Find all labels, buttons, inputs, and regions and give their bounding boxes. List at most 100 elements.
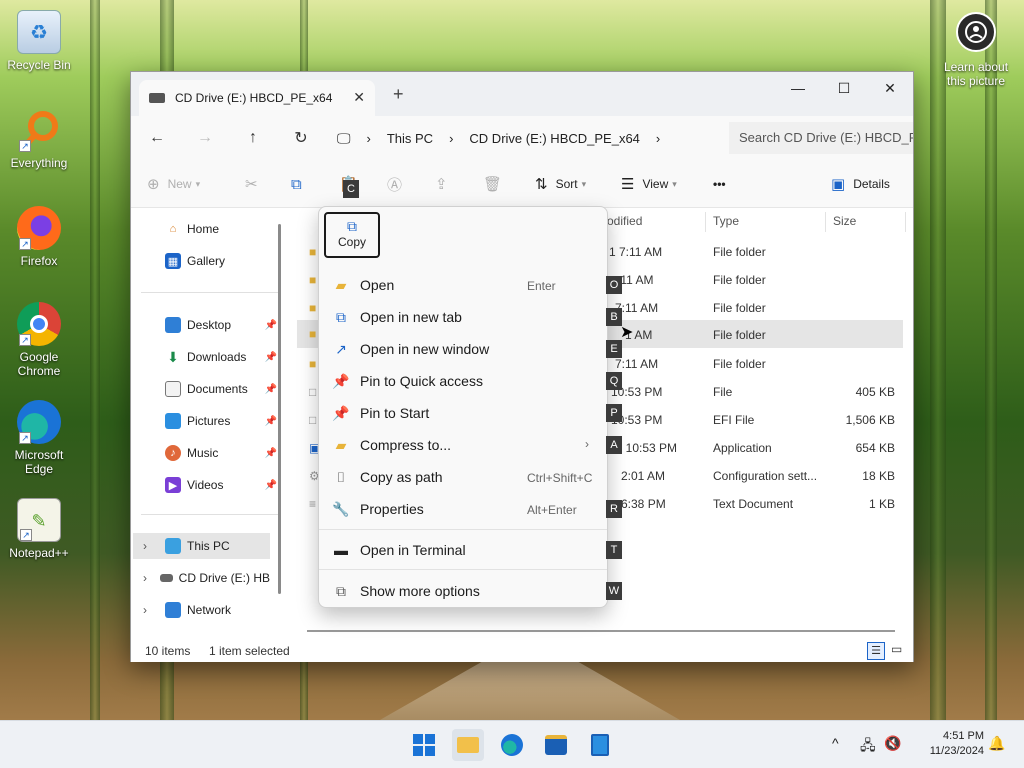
menu-item-pin-quick-access[interactable]: 📌 Pin to Quick access Q bbox=[319, 366, 622, 396]
context-copy-button[interactable]: ⧉ Copy bbox=[324, 212, 380, 258]
new-tab-icon: ⧉ bbox=[336, 308, 346, 325]
title-bar: CD Drive (E:) HBCD_PE_x64 ✕ + — ☐ ✕ bbox=[131, 72, 913, 116]
notepad-icon bbox=[591, 734, 609, 756]
close-button[interactable]: ✕ bbox=[867, 72, 913, 104]
desktop-icon-notepadpp[interactable]: ✎ ↗ Notepad++ bbox=[3, 498, 75, 560]
delete-button[interactable]: 🗑 bbox=[483, 174, 510, 194]
home-icon: ⌂ bbox=[169, 223, 177, 235]
nav-item-desktop[interactable]: Desktop 📌 bbox=[131, 312, 281, 338]
desktop-icon-label: Notepad++ bbox=[9, 546, 69, 560]
search-input[interactable]: Search CD Drive (E:) HBCD_PE_x64 bbox=[729, 122, 913, 154]
nav-divider bbox=[141, 292, 281, 293]
cut-button[interactable]: ✂ bbox=[245, 174, 266, 194]
details-view-icon[interactable]: ☰ bbox=[867, 642, 885, 660]
desktop-icon-chrome[interactable]: ↗ Google Chrome bbox=[3, 302, 75, 378]
breadcrumb-cd-drive[interactable]: CD Drive (E:) HBCD_PE_x64 bbox=[469, 131, 640, 146]
keytip: Q bbox=[606, 372, 622, 390]
share-button[interactable]: ⇪ bbox=[435, 174, 456, 194]
network-status-icon[interactable]: 🖧 bbox=[860, 735, 876, 759]
keytip: O bbox=[606, 276, 622, 294]
selection-count: 1 item selected bbox=[209, 644, 290, 658]
view-button[interactable]: ☰ View ▾ bbox=[621, 174, 677, 194]
desktop-icon-everything[interactable]: ↗ Everything bbox=[3, 108, 75, 170]
menu-item-properties[interactable]: 🔧 Properties Alt+Enter R bbox=[319, 494, 622, 524]
more-options-button[interactable]: ••• bbox=[713, 174, 726, 194]
tab-cd-drive[interactable]: CD Drive (E:) HBCD_PE_x64 ✕ bbox=[139, 80, 375, 116]
maximize-button[interactable]: ☐ bbox=[821, 72, 867, 104]
item-count: 10 items bbox=[145, 644, 191, 658]
back-button[interactable]: ← bbox=[145, 126, 169, 150]
nav-scrollbar[interactable] bbox=[278, 224, 281, 594]
up-button[interactable]: ↑ bbox=[241, 126, 265, 150]
desktop-icon-label: Recycle Bin bbox=[7, 58, 71, 72]
nav-item-home[interactable]: ⌂ Home bbox=[131, 216, 281, 242]
recycle-bin-icon: ♻ bbox=[17, 10, 61, 54]
pin-icon: 📌 bbox=[264, 351, 277, 363]
breadcrumb[interactable]: 🖵 › This PC › CD Drive (E:) HBCD_PE_x64 … bbox=[337, 122, 717, 154]
desktop-icon-edge[interactable]: ↗ Microsoft Edge bbox=[3, 400, 75, 476]
keytip: A bbox=[606, 436, 622, 454]
new-button[interactable]: ⊕ New ▾ bbox=[147, 174, 200, 194]
show-hidden-icons-button[interactable]: ^ bbox=[832, 735, 839, 751]
keytip: E bbox=[606, 340, 622, 358]
clock[interactable]: 4:51 PM 11/23/2024 bbox=[908, 729, 984, 759]
sort-icon: ⇅ bbox=[535, 176, 548, 193]
column-header-size[interactable]: Size bbox=[833, 214, 856, 228]
horizontal-scrollbar[interactable] bbox=[307, 630, 895, 632]
nav-item-pictures[interactable]: Pictures 📌 bbox=[131, 408, 281, 434]
menu-item-pin-start[interactable]: 📌 Pin to Start P bbox=[319, 398, 622, 428]
file-size: 405 KB bbox=[855, 385, 895, 399]
tiles-view-icon[interactable]: ▭ bbox=[891, 642, 902, 656]
new-tab-button[interactable]: + bbox=[393, 84, 404, 105]
nav-item-network[interactable]: › Network bbox=[133, 597, 270, 623]
sort-button[interactable]: ⇅ Sort ▾ bbox=[535, 174, 586, 194]
details-pane-button[interactable]: ▣ Details bbox=[831, 174, 890, 194]
menu-item-open[interactable]: ▰ Open Enter O bbox=[319, 270, 622, 300]
volume-muted-icon[interactable]: 🔇 bbox=[884, 735, 901, 752]
nav-item-music[interactable]: ♪ Music 📌 bbox=[131, 440, 281, 466]
taskbar-file-explorer[interactable] bbox=[452, 729, 484, 761]
menu-shortcut: Enter bbox=[527, 279, 556, 293]
taskbar-notepad[interactable] bbox=[584, 729, 616, 761]
refresh-button[interactable]: ↻ bbox=[289, 126, 313, 150]
start-button[interactable] bbox=[408, 729, 440, 761]
desktop-icon-firefox[interactable]: ↗ Firefox bbox=[3, 206, 75, 268]
nav-item-this-pc[interactable]: › This PC bbox=[133, 533, 270, 559]
desktop-icon-recycle-bin[interactable]: ♻ Recycle Bin bbox=[3, 10, 75, 72]
taskbar-store[interactable] bbox=[540, 729, 572, 761]
menu-item-open-new-window[interactable]: ↗ Open in new window E bbox=[319, 334, 622, 364]
nav-item-gallery[interactable]: ▦ Gallery bbox=[131, 248, 281, 274]
menu-item-open-new-tab[interactable]: ⧉ Open in new tab B bbox=[319, 302, 622, 332]
details-label: Details bbox=[853, 177, 890, 191]
desktop-icon-label: Firefox bbox=[20, 254, 58, 268]
nav-label: Network bbox=[187, 603, 232, 617]
breadcrumb-this-pc[interactable]: This PC bbox=[387, 131, 433, 146]
menu-item-copy-as-path[interactable]: ⌷ Copy as path Ctrl+Shift+C bbox=[319, 462, 607, 492]
menu-item-compress[interactable]: ▰ Compress to... › A bbox=[319, 430, 622, 460]
notification-bell-icon[interactable]: 🔔 bbox=[988, 735, 1005, 752]
close-tab-icon[interactable]: ✕ bbox=[353, 89, 365, 106]
nav-item-cd-drive[interactable]: › CD Drive (E:) HB bbox=[133, 565, 270, 591]
file-modified: 6:38 PM bbox=[621, 497, 666, 511]
chrome-icon: ↗ bbox=[17, 302, 61, 346]
taskbar-edge[interactable] bbox=[496, 729, 528, 761]
forward-button[interactable]: → bbox=[193, 126, 217, 150]
minimize-button[interactable]: — bbox=[775, 72, 821, 104]
file-modified: :11 AM bbox=[617, 273, 654, 287]
copy-button[interactable]: ⧉ bbox=[291, 174, 310, 194]
column-header-type[interactable]: Type bbox=[713, 214, 739, 228]
folder-icon: ■ bbox=[309, 273, 317, 287]
nav-item-videos[interactable]: ▶ Videos 📌 bbox=[131, 472, 281, 498]
menu-item-open-terminal[interactable]: ▬ Open in Terminal T bbox=[319, 535, 622, 565]
menu-shortcut: Ctrl+Shift+C bbox=[527, 471, 593, 485]
menu-label: Properties bbox=[360, 501, 424, 517]
menu-item-show-more[interactable]: ⧉ Show more options W bbox=[319, 576, 622, 606]
rename-button[interactable]: Ⓐ bbox=[387, 174, 410, 194]
cd-drive-icon bbox=[149, 93, 165, 103]
nav-label: CD Drive (E:) HB bbox=[178, 571, 270, 585]
nav-item-documents[interactable]: Documents 📌 bbox=[131, 376, 281, 402]
learn-about-picture[interactable]: Learn about this picture bbox=[936, 12, 1016, 88]
scissors-icon: ✂ bbox=[245, 176, 258, 193]
column-header-modified[interactable]: odified bbox=[607, 214, 642, 228]
nav-item-downloads[interactable]: ⬇ Downloads 📌 bbox=[131, 344, 281, 370]
